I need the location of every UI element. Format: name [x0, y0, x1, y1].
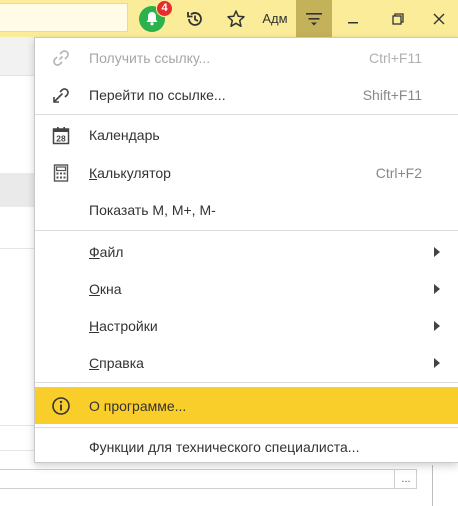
title-bar: 4 Адм — [0, 0, 458, 37]
menu-item-technical-functions[interactable]: Функции для технического специалиста... — [35, 428, 458, 465]
submenu-arrow-icon — [434, 246, 440, 257]
menu-separator — [35, 114, 458, 115]
submenu-arrow-icon — [434, 320, 440, 331]
menu-item-shortcut: Ctrl+F11 — [368, 49, 422, 66]
star-icon — [227, 9, 245, 27]
calendar-icon: 28 — [51, 125, 71, 145]
menu-item-calendar[interactable]: 28 Календарь — [35, 116, 458, 153]
svg-text:28: 28 — [56, 133, 66, 143]
menu-item-shortcut: Shift+F11 — [362, 86, 422, 103]
address-field[interactable] — [0, 3, 128, 32]
menu-item-label: Окна — [89, 280, 122, 297]
restore-button[interactable] — [383, 0, 413, 37]
go-to-link-icon — [51, 85, 71, 105]
app-selected-row — [0, 173, 34, 207]
menu-item-file[interactable]: Файл — [35, 233, 458, 270]
menu-separator — [35, 382, 458, 383]
menu-item-shortcut: Ctrl+F2 — [375, 164, 422, 181]
menu-item-label: Справка — [89, 354, 144, 371]
menu-item-label: Перейти по ссылке... — [89, 86, 226, 103]
menu-item-help[interactable]: Справка — [35, 344, 458, 381]
minimize-button[interactable] — [338, 0, 368, 37]
menu-item-settings[interactable]: Настройки — [35, 307, 458, 344]
close-icon — [433, 13, 445, 24]
app-row-divider — [0, 248, 34, 249]
submenu-arrow-icon — [434, 283, 440, 294]
menu-item-get-link[interactable]: Получить ссылку... Ctrl+F11 — [35, 39, 458, 76]
menu-item-label: Файл — [89, 243, 124, 260]
history-icon — [187, 11, 202, 26]
app-row-divider — [0, 450, 34, 451]
bell-icon: 4 — [139, 0, 173, 32]
menu-item-go-to-link[interactable]: Перейти по ссылке... Shift+F11 — [35, 76, 458, 113]
app-divider — [432, 465, 433, 506]
menu-item-label: О программе... — [89, 397, 187, 414]
main-menu-icon — [306, 12, 322, 25]
select-button[interactable]: ... — [394, 470, 417, 488]
menu-separator — [35, 230, 458, 231]
link-icon — [51, 48, 71, 68]
menu-item-windows[interactable]: Окна — [35, 270, 458, 307]
info-icon — [51, 396, 71, 416]
menu-item-label: Функции для технического специалиста... — [89, 438, 360, 455]
menu-item-label: Калькулятор — [89, 164, 171, 181]
restore-icon — [392, 12, 404, 25]
main-menu-button[interactable] — [296, 0, 332, 37]
minimize-icon — [348, 21, 358, 23]
menu-item-label: Показать M, M+, M- — [89, 201, 216, 218]
calculator-icon — [51, 163, 71, 183]
app-input-field[interactable] — [0, 469, 417, 489]
menu-item-label: Настройки — [89, 317, 158, 334]
favorites-button[interactable] — [222, 0, 250, 37]
notifications-button[interactable]: 4 — [133, 0, 173, 37]
user-button[interactable]: Адм — [258, 0, 292, 37]
menu-item-label: Календарь — [89, 126, 160, 143]
menu-item-calculator[interactable]: Калькулятор Ctrl+F2 — [35, 154, 458, 191]
menu-item-show-memory[interactable]: Показать M, M+, M- — [35, 191, 458, 228]
main-menu-dropdown: Получить ссылку... Ctrl+F11 Перейти по с… — [34, 37, 458, 463]
history-button[interactable] — [180, 0, 210, 37]
close-button[interactable] — [424, 0, 454, 37]
app-header-strip — [0, 37, 34, 76]
app-row-divider — [0, 425, 34, 426]
notification-count-badge: 4 — [156, 0, 173, 17]
submenu-arrow-icon — [434, 357, 440, 368]
menu-item-about[interactable]: О программе... — [35, 387, 458, 424]
menu-item-label: Получить ссылку... — [89, 49, 211, 66]
